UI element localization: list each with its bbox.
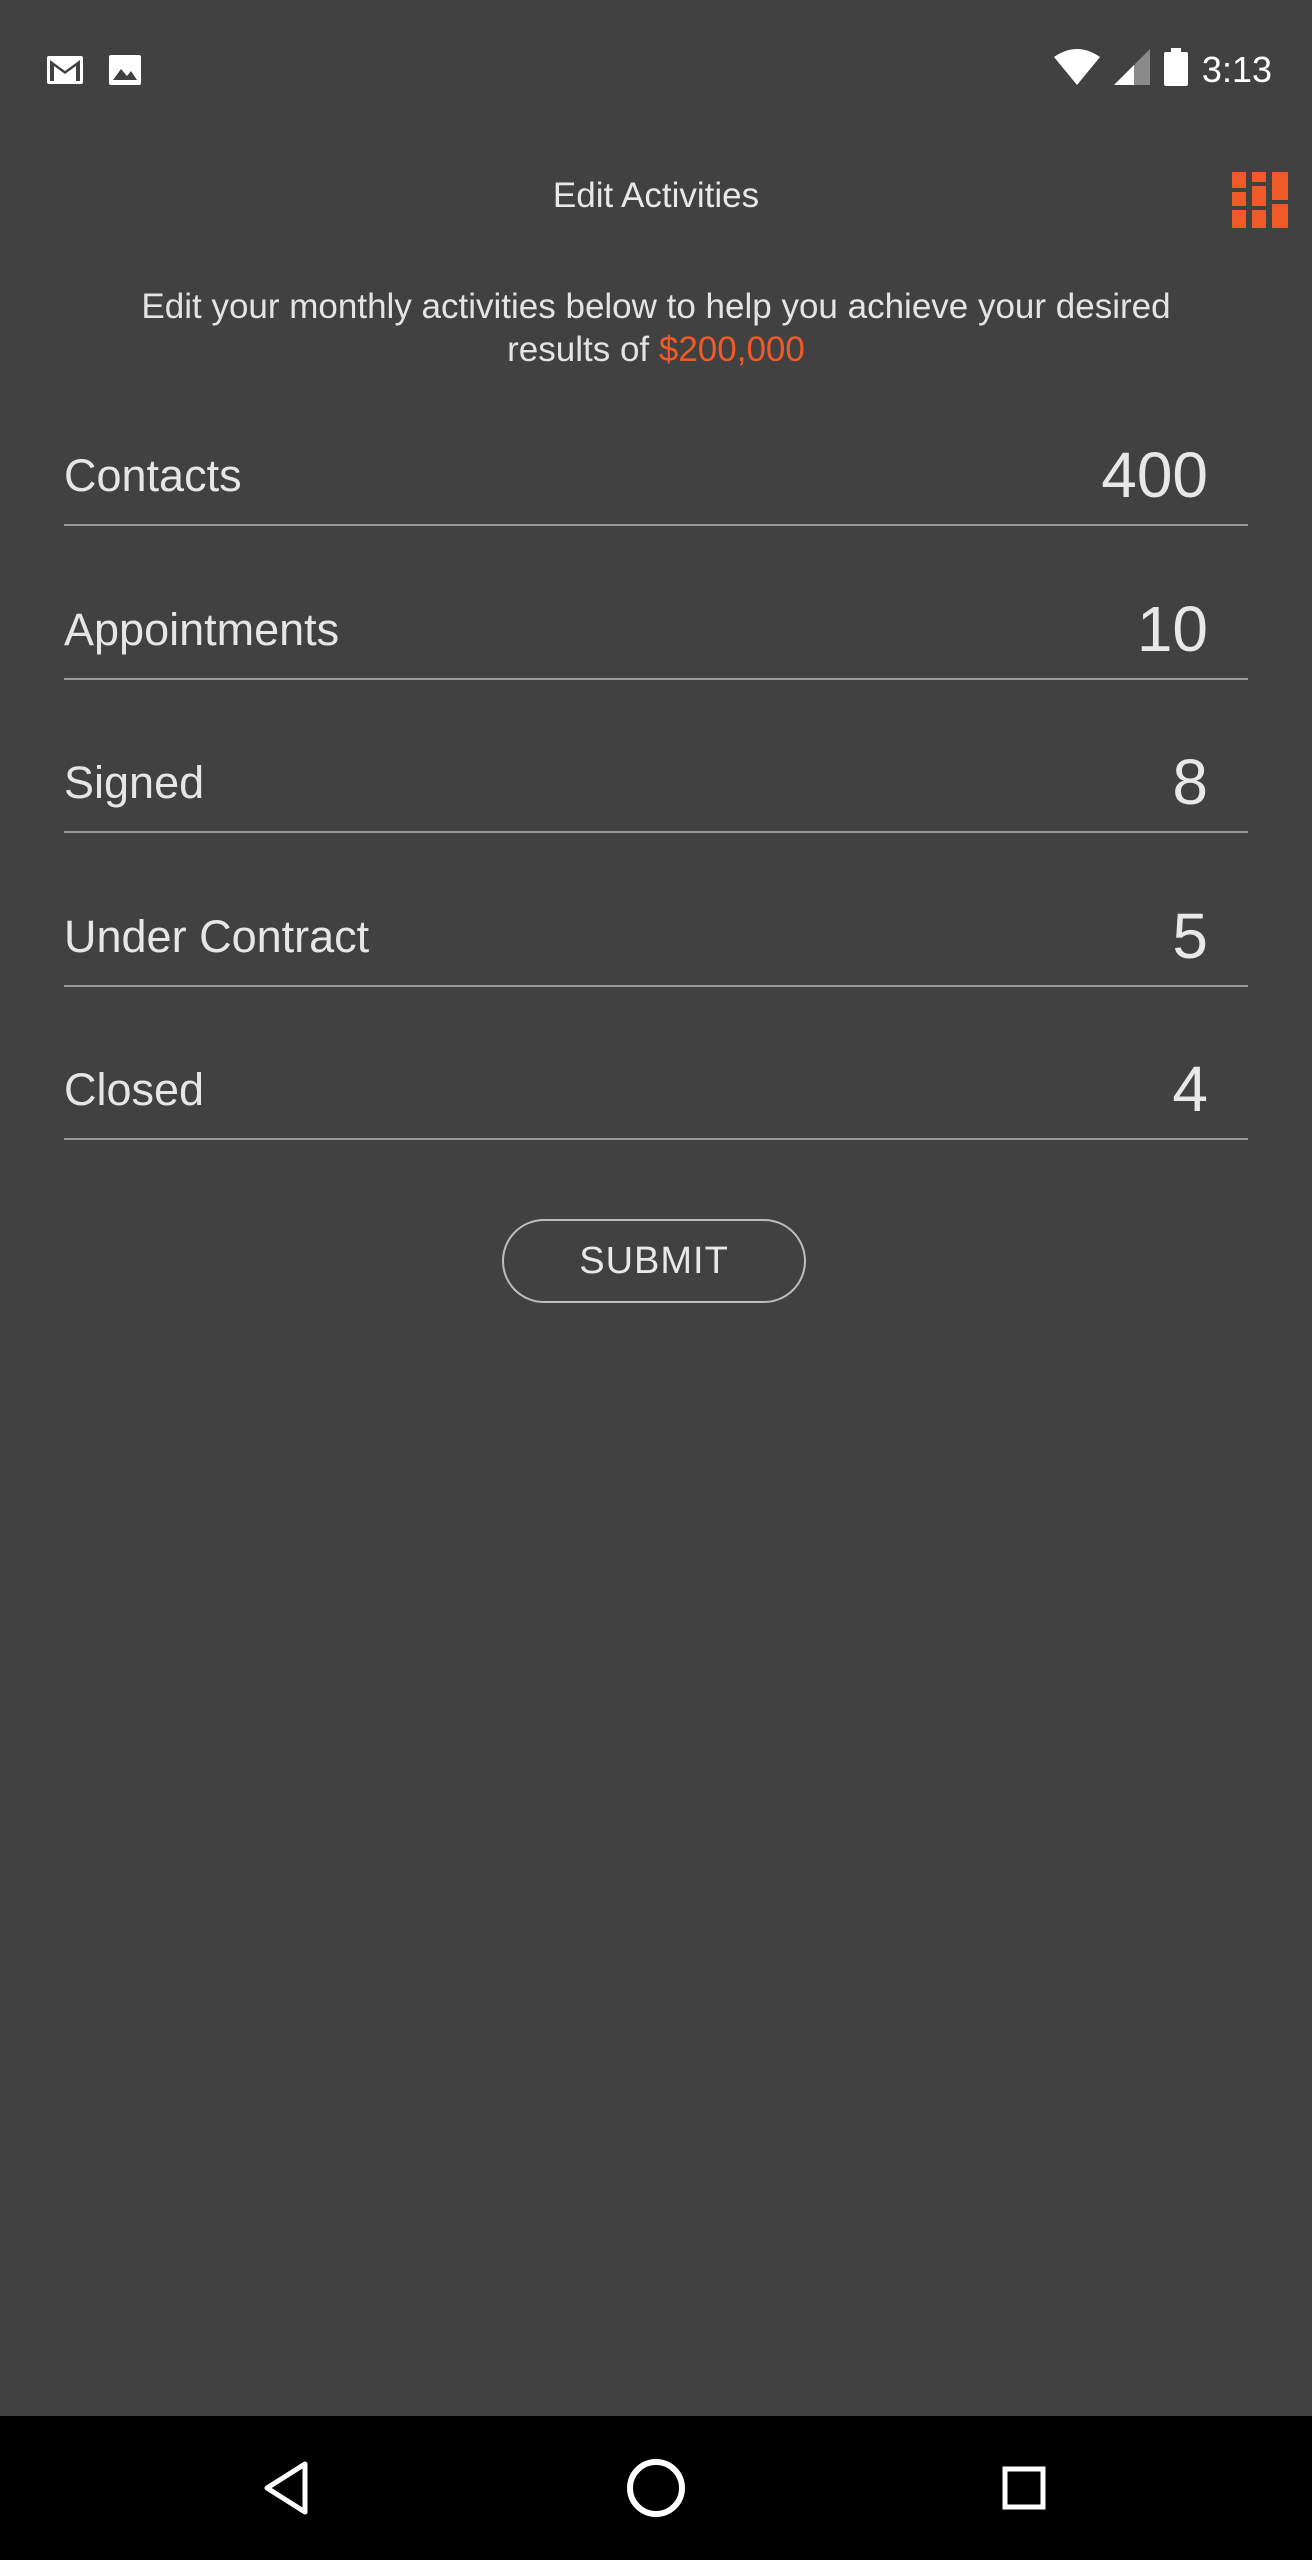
divider bbox=[64, 677, 1248, 680]
cell-signal-icon bbox=[1113, 49, 1150, 90]
status-system: 3:13 bbox=[1053, 48, 1272, 91]
gmail-icon bbox=[46, 55, 84, 90]
activity-label: Contacts bbox=[64, 450, 242, 501]
status-time: 3:13 bbox=[1201, 48, 1272, 90]
back-icon[interactable] bbox=[246, 2448, 326, 2528]
status-notifications bbox=[46, 54, 142, 91]
screen: 3:13 Edit Activities Edit your monthly a… bbox=[0, 0, 1312, 2560]
activity-label: Closed bbox=[64, 1064, 205, 1115]
activity-row-closed: Closed bbox=[64, 1024, 1248, 1178]
system-nav-bar bbox=[0, 2416, 1312, 2560]
activity-label: Appointments bbox=[64, 603, 340, 655]
activity-label: Under Contract bbox=[64, 910, 370, 962]
intro-text: Edit your monthly activities below to he… bbox=[100, 285, 1212, 371]
recents-icon[interactable] bbox=[984, 2448, 1064, 2528]
closed-input[interactable] bbox=[988, 1052, 1228, 1126]
divider bbox=[64, 1138, 1248, 1140]
divider bbox=[64, 984, 1248, 987]
activity-label: Signed bbox=[64, 757, 205, 808]
signed-input[interactable] bbox=[988, 745, 1228, 819]
intro-description: Edit your monthly activities below to he… bbox=[141, 287, 1171, 369]
submit-button[interactable]: SUBMIT bbox=[502, 1219, 806, 1303]
activity-row-under-contract: Under Contract bbox=[64, 871, 1248, 1025]
desired-results-amount: $200,000 bbox=[658, 330, 805, 369]
activity-row-contacts: Contacts bbox=[64, 410, 1248, 564]
activities-form: Contacts Appointments Signed Under Contr… bbox=[64, 410, 1248, 1178]
contacts-input[interactable] bbox=[988, 438, 1228, 512]
status-bar: 3:13 bbox=[0, 0, 1312, 144]
image-icon bbox=[108, 54, 142, 91]
appointments-input[interactable] bbox=[988, 591, 1228, 666]
activity-row-appointments: Appointments bbox=[64, 564, 1248, 718]
home-icon[interactable] bbox=[616, 2448, 696, 2528]
wifi-icon bbox=[1053, 49, 1100, 90]
page-title: Edit Activities bbox=[552, 176, 760, 215]
divider bbox=[64, 524, 1248, 526]
under-contract-input[interactable] bbox=[988, 898, 1228, 973]
battery-icon bbox=[1163, 48, 1188, 91]
activity-row-signed: Signed bbox=[64, 717, 1248, 871]
divider bbox=[64, 831, 1248, 833]
brand-logo-icon[interactable] bbox=[1232, 172, 1288, 228]
